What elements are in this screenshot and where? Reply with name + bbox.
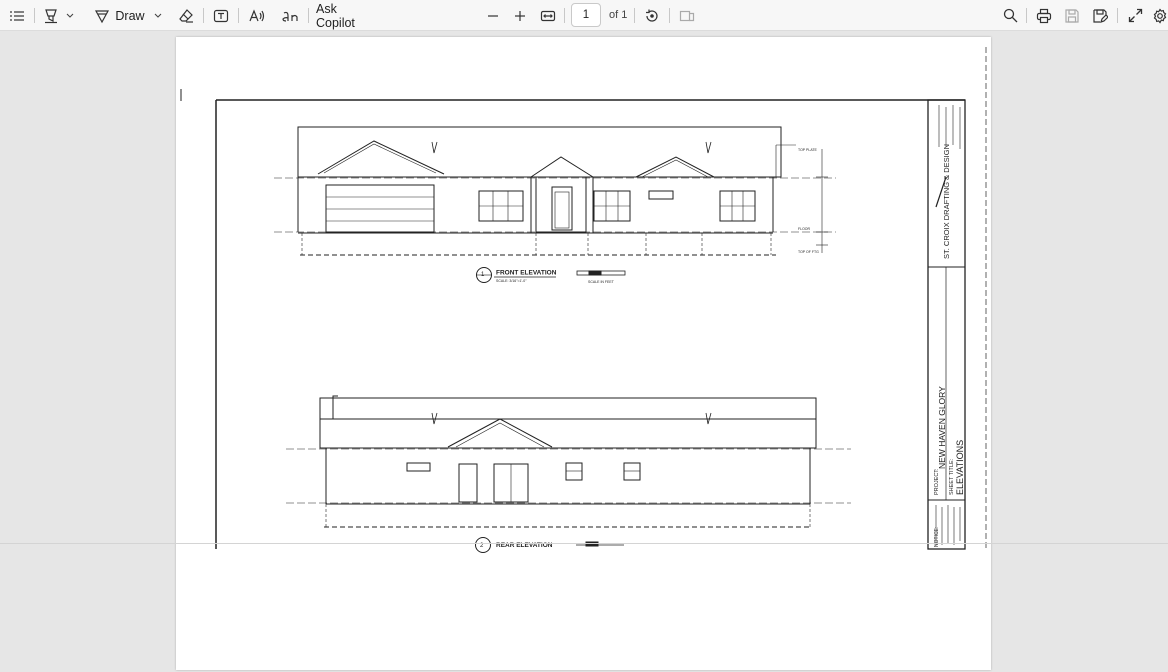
rear-roof	[320, 395, 817, 420]
save-icon[interactable]	[1062, 3, 1082, 28]
front-small-window	[648, 190, 674, 200]
level-top-plate: TOP PLATE	[798, 148, 818, 152]
front-elevation-scale: SCALE: 3/16"=1'-0"	[496, 279, 527, 283]
fullscreen-icon[interactable]	[1125, 3, 1145, 28]
save-as-icon[interactable]	[1090, 3, 1110, 28]
project-name: NEW HAVEN GLORY	[937, 386, 947, 469]
firm-name: ST. CROIX DRAFTING & DESIGN	[942, 144, 951, 259]
highlight-icon[interactable]	[41, 3, 61, 28]
viewer-divider	[0, 543, 1168, 544]
text-box-icon[interactable]	[211, 3, 231, 28]
chevron-down-icon[interactable]	[63, 3, 77, 28]
level-floor: FLOOR	[798, 227, 811, 231]
front-gable-left	[317, 140, 445, 175]
toolbar-divider	[203, 8, 204, 23]
zoom-out-icon[interactable]	[484, 3, 502, 28]
sheet-title: ELEVATIONS	[955, 440, 965, 495]
toolbar-divider	[1026, 8, 1027, 23]
rear-window	[623, 462, 641, 481]
front-elevation	[274, 126, 836, 283]
fit-page-icon[interactable]	[538, 3, 558, 28]
rear-window	[565, 462, 583, 481]
level-footing: TOP OF FTG	[798, 250, 819, 254]
toolbar-divider	[1117, 8, 1118, 23]
toolbar-divider	[34, 8, 35, 23]
rear-small-window	[406, 462, 431, 472]
garage-door	[325, 184, 435, 233]
pitch-symbol	[705, 141, 712, 154]
page-number-input[interactable]	[571, 3, 601, 27]
contents-icon[interactable]	[7, 3, 27, 28]
search-icon[interactable]	[1000, 3, 1020, 28]
settings-icon[interactable]	[1152, 3, 1168, 28]
firm-address	[938, 105, 961, 149]
front-elevation-title: FRONT ELEVATION	[496, 270, 557, 277]
toolbar-divider	[634, 8, 635, 23]
toolbar-divider	[564, 8, 565, 23]
toolbar-divider	[238, 8, 239, 23]
rear-elevation	[286, 395, 851, 553]
toolbar-divider	[308, 8, 309, 23]
project-label: PROJECT:	[934, 468, 940, 495]
chevron-down-icon[interactable]	[151, 3, 165, 28]
eraser-icon[interactable]	[176, 3, 196, 28]
draw-icon[interactable]	[93, 3, 111, 28]
entry-porch	[535, 176, 587, 233]
ask-copilot-button[interactable]: Ask Copilot	[316, 2, 378, 30]
front-gable-entry	[530, 156, 594, 178]
toolbar-divider	[669, 8, 670, 23]
pitch-symbol	[431, 141, 438, 154]
rear-roof-box	[319, 397, 817, 449]
scale-bar-label: SCALE IN FEET	[588, 280, 615, 284]
read-aloud-icon[interactable]	[246, 3, 266, 28]
pdf-toolbar: Draw Ask Copilot of 1	[0, 0, 1168, 31]
print-icon[interactable]	[1034, 3, 1054, 28]
translate-icon[interactable]	[279, 3, 301, 28]
page-count: of 1	[609, 9, 628, 21]
rear-door	[458, 463, 478, 503]
blueprint-drawing: 1 FRONT ELEVATION SCALE: 3/16"=1'-0" SCA…	[180, 47, 987, 553]
two-page-icon[interactable]	[677, 3, 697, 28]
rotate-icon[interactable]	[642, 3, 662, 28]
zoom-in-icon[interactable]	[511, 3, 529, 28]
draw-button[interactable]: Draw	[114, 3, 146, 28]
